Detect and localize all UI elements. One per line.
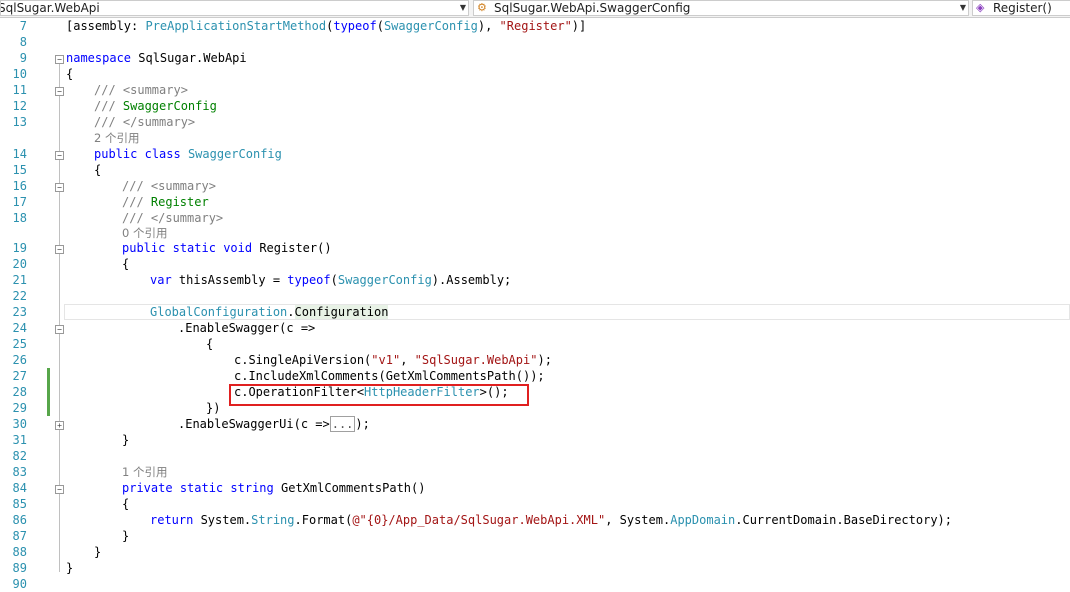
line-number: 89 — [12, 561, 27, 575]
code-line: .EnableSwagger(c => — [178, 321, 316, 335]
code-line: /// </summary> — [94, 115, 196, 129]
chevron-down-icon: ▼ — [959, 3, 966, 12]
code-line: /// <summary> — [122, 179, 216, 193]
code-line: GlobalConfiguration.Configuration — [150, 305, 389, 319]
code-line: /// SwaggerConfig — [94, 99, 217, 113]
outline-guide — [59, 62, 60, 572]
code-line: .EnableSwaggerUi(c =>...); — [178, 416, 370, 432]
collapse-icon[interactable]: − — [55, 87, 64, 96]
line-number: 18 — [12, 211, 27, 225]
line-number: 16 — [12, 179, 27, 193]
line-number: 8 — [19, 35, 27, 49]
line-number: 29 — [12, 401, 27, 415]
reference-count-hint[interactable]: 1 个引用 — [122, 464, 167, 480]
code-editor[interactable]: 7 8 9 10 11 12 13 14 15 16 17 18 19 20 2… — [0, 18, 1070, 591]
line-number: 12 — [12, 99, 27, 113]
collapse-icon[interactable]: − — [55, 325, 64, 334]
code-line: } — [122, 433, 130, 447]
chevron-down-icon: ▼ — [459, 3, 466, 12]
collapse-icon[interactable]: − — [55, 151, 64, 160]
line-number: 13 — [12, 115, 27, 129]
reference-count-hint[interactable]: 0 个引用 — [122, 225, 167, 241]
member-dropdown-label: Register() — [993, 1, 1052, 15]
method-icon: ◈ — [976, 1, 985, 14]
line-number: 23 — [12, 305, 27, 319]
line-number: 83 — [12, 465, 27, 479]
collapse-icon[interactable]: − — [55, 183, 64, 192]
line-number: 7 — [19, 19, 27, 33]
code-line: public class SwaggerConfig — [94, 147, 282, 161]
code-line: { — [122, 497, 130, 511]
change-indicator — [47, 368, 50, 416]
line-number: 17 — [12, 195, 27, 209]
line-number: 21 — [12, 273, 27, 287]
line-number: 87 — [12, 529, 27, 543]
code-line: } — [122, 529, 130, 543]
code-line: { — [94, 163, 102, 177]
code-line: return System.String.Format(@"{0}/App_Da… — [150, 513, 952, 527]
code-line: } — [66, 561, 74, 575]
highlight-annotation-box — [229, 384, 529, 406]
line-number: 31 — [12, 433, 27, 447]
code-line: [assembly: PreApplicationStartMethod(typ… — [66, 19, 587, 33]
code-line: } — [94, 545, 102, 559]
code-line: namespace SqlSugar.WebApi — [66, 51, 247, 65]
line-number: 20 — [12, 257, 27, 271]
line-number: 26 — [12, 353, 27, 367]
navigation-bar: SqlSugar.WebApi ▼ ⚙ SqlSugar.WebApi.Swag… — [0, 0, 1070, 18]
line-number: 10 — [12, 67, 27, 81]
code-line: private static string GetXmlCommentsPath… — [122, 481, 426, 495]
collapse-icon[interactable]: − — [55, 485, 64, 494]
line-number: 22 — [12, 289, 27, 303]
code-line: { — [206, 337, 214, 351]
code-line: { — [66, 67, 74, 81]
member-dropdown[interactable]: ◈ Register() — [972, 0, 1070, 16]
line-number: 24 — [12, 321, 27, 335]
collapse-icon[interactable]: − — [55, 55, 64, 64]
class-icon: ⚙ — [477, 1, 487, 14]
line-number: 11 — [12, 83, 27, 97]
reference-count-hint[interactable]: 2 个引用 — [94, 130, 139, 146]
code-line: c.SingleApiVersion("v1", "SqlSugar.WebAp… — [234, 353, 552, 367]
project-dropdown-label: SqlSugar.WebApi — [0, 1, 100, 15]
line-number: 90 — [12, 577, 27, 591]
line-number: 15 — [12, 163, 27, 177]
line-number: 14 — [12, 147, 27, 161]
line-number: 85 — [12, 497, 27, 511]
collapsed-region[interactable]: ... — [329, 416, 356, 432]
collapse-icon[interactable]: − — [55, 245, 64, 254]
code-line: public static void Register() — [122, 241, 332, 255]
line-number: 28 — [12, 385, 27, 399]
code-line: c.IncludeXmlComments(GetXmlCommentsPath(… — [234, 369, 545, 383]
line-number: 86 — [12, 513, 27, 527]
line-number: 84 — [12, 481, 27, 495]
code-line: /// </summary> — [122, 211, 224, 225]
expand-icon[interactable]: + — [55, 421, 64, 430]
line-number: 25 — [12, 337, 27, 351]
code-line: }) — [206, 401, 221, 415]
line-number: 9 — [19, 51, 27, 65]
line-number: 30 — [12, 417, 27, 431]
line-number: 27 — [12, 369, 27, 383]
class-dropdown[interactable]: ⚙ SqlSugar.WebApi.SwaggerConfig ▼ — [473, 0, 969, 16]
code-line: /// Register — [122, 195, 209, 209]
line-number: 88 — [12, 545, 27, 559]
class-dropdown-label: SqlSugar.WebApi.SwaggerConfig — [494, 1, 691, 15]
code-line: var thisAssembly = typeof(SwaggerConfig)… — [150, 273, 512, 287]
line-number: 82 — [12, 449, 27, 463]
project-dropdown[interactable]: SqlSugar.WebApi ▼ — [0, 0, 469, 16]
code-line: /// <summary> — [94, 83, 188, 97]
line-number: 19 — [12, 241, 27, 255]
code-line: { — [122, 257, 130, 271]
